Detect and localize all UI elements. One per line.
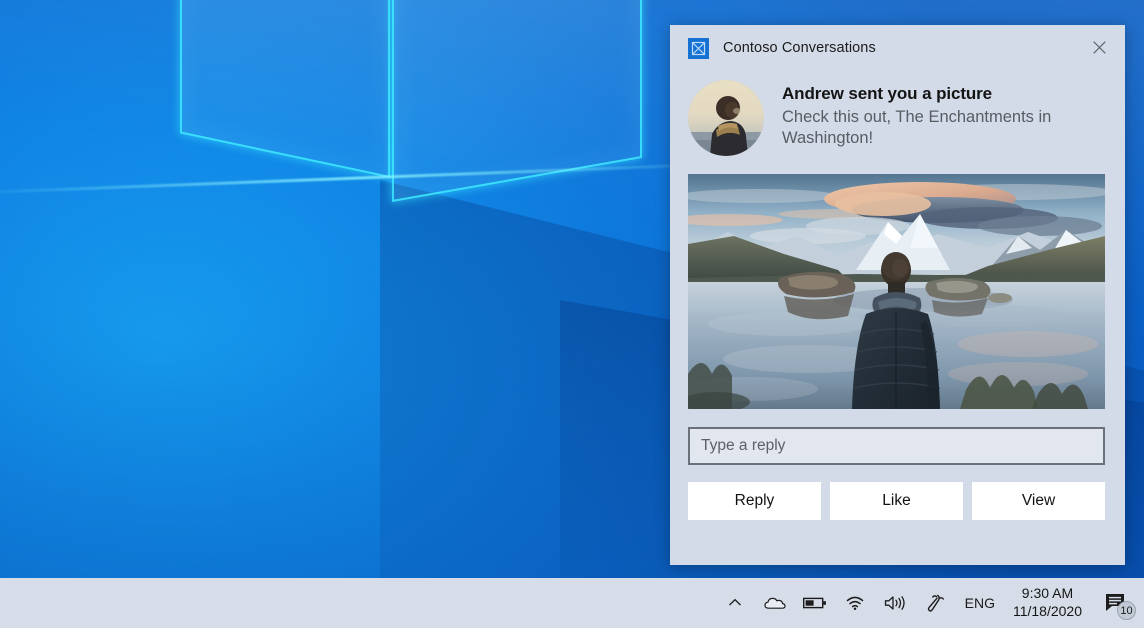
desktop-screen: Contoso Conversations <box>0 0 1144 628</box>
clock-time: 9:30 AM <box>1022 585 1073 603</box>
action-center-icon[interactable]: 10 <box>1094 578 1138 628</box>
avatar <box>688 80 764 156</box>
toast-notification[interactable]: Contoso Conversations <box>670 25 1125 565</box>
toast-actions: Reply Like View <box>688 482 1105 520</box>
battery-icon[interactable] <box>795 578 835 628</box>
reply-button[interactable]: Reply <box>688 482 821 520</box>
image-placeholder-icon <box>688 38 709 59</box>
volume-icon[interactable] <box>875 578 915 628</box>
toast-message-row: Andrew sent you a picture Check this out… <box>670 71 1125 156</box>
toast-title: Andrew sent you a picture <box>782 83 1082 104</box>
view-button[interactable]: View <box>972 482 1105 520</box>
reply-input[interactable]: Type a reply <box>688 427 1105 465</box>
toast-text-block: Andrew sent you a picture Check this out… <box>782 80 1082 156</box>
taskbar: ENG 9:30 AM 11/18/2020 10 <box>0 578 1144 628</box>
wifi-icon[interactable] <box>835 578 875 628</box>
toast-body-text: Check this out, The Enchantments in Wash… <box>782 107 1082 149</box>
system-tray: ENG 9:30 AM 11/18/2020 10 <box>715 578 1144 628</box>
language-indicator[interactable]: ENG <box>955 578 1005 628</box>
toast-app-name: Contoso Conversations <box>723 40 876 56</box>
onedrive-cloud-icon[interactable] <box>755 578 795 628</box>
like-button[interactable]: Like <box>830 482 963 520</box>
reply-input-placeholder: Type a reply <box>701 437 785 455</box>
toast-hero-image[interactable] <box>688 174 1105 409</box>
close-icon[interactable] <box>1083 32 1115 62</box>
pen-ink-workspace-icon[interactable] <box>915 578 955 628</box>
clock-date: 11/18/2020 <box>1013 603 1082 621</box>
clock[interactable]: 9:30 AM 11/18/2020 <box>1005 578 1094 628</box>
toast-header: Contoso Conversations <box>670 25 1125 71</box>
show-hidden-icons-chevron-icon[interactable] <box>715 578 755 628</box>
action-center-badge: 10 <box>1117 601 1136 620</box>
